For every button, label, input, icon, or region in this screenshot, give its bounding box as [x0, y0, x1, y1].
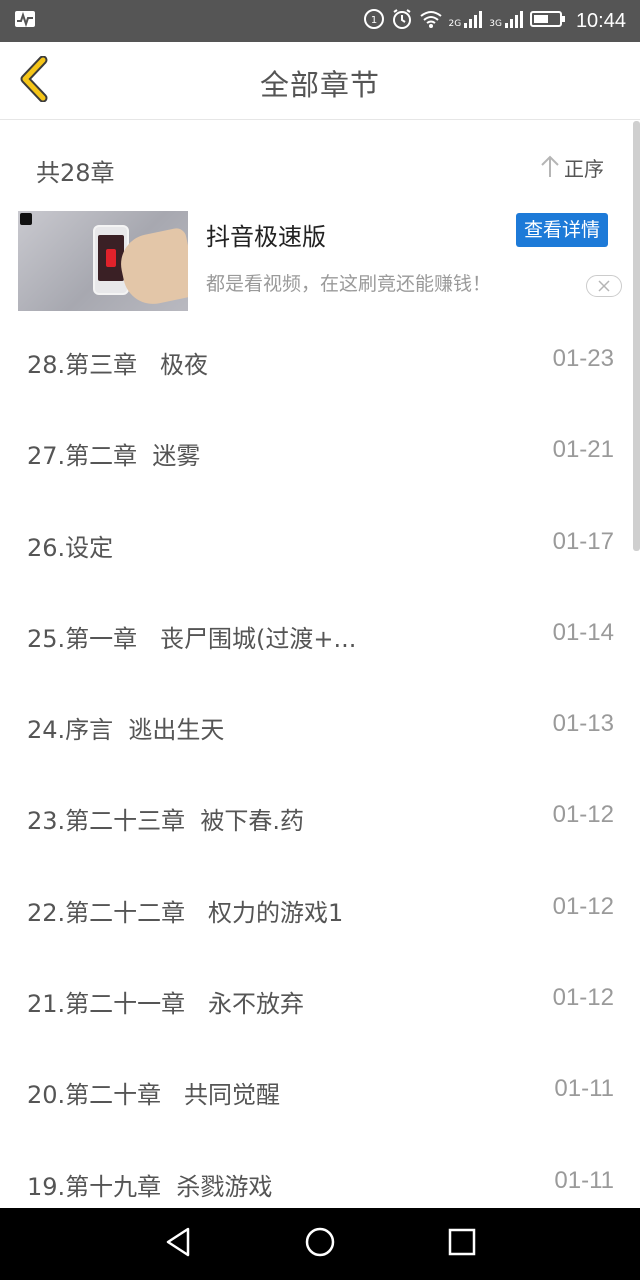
chapter-item[interactable]: 20.第二十章 共同觉醒 01-11: [0, 1047, 632, 1138]
alarm-icon: [391, 8, 413, 34]
ad-details-button[interactable]: 查看详情: [515, 213, 608, 247]
close-icon: [598, 277, 610, 296]
sort-button[interactable]: 正序: [540, 153, 604, 182]
chapter-date: 01-12: [552, 984, 614, 1012]
network-type-2: 3G: [489, 19, 502, 29]
chapter-title: 24.序言 逃出生天: [27, 716, 225, 745]
nav-home-button[interactable]: [300, 1224, 340, 1264]
chapter-list: 28.第三章 极夜 01-23 27.第二章 迷雾 01-21 26.设定 01…: [0, 317, 632, 1208]
triangle-back-icon: [164, 1227, 192, 1261]
nav-back-button[interactable]: [158, 1224, 198, 1264]
chapter-item[interactable]: 26.设定 01-17: [0, 500, 632, 591]
chapter-title: 21.第二十一章 永不放弃: [27, 990, 305, 1019]
chapter-date: 01-11: [554, 1166, 614, 1194]
arrow-up-icon: [540, 154, 560, 182]
chapter-count: 共28章: [36, 159, 115, 187]
chapter-title: 28.第三章 极夜: [27, 351, 209, 379]
chapter-item[interactable]: 21.第二十一章 永不放弃 01-12: [0, 956, 632, 1047]
chapter-title: 27.第二章 迷雾: [27, 442, 201, 471]
chapter-title: 22.第二十二章 权力的游戏1: [27, 898, 344, 927]
chapter-title: 26.设定: [27, 533, 114, 562]
scrollbar[interactable]: [633, 121, 640, 551]
ad-thumbnail[interactable]: [18, 211, 188, 311]
ad-banner[interactable]: 抖音极速版 查看详情 都是看视频，在这刷竟还能赚钱！: [18, 211, 622, 313]
navigation-bar: [0, 1208, 640, 1280]
data-saver-icon: 1: [363, 8, 385, 34]
network-type-1: 2G: [448, 19, 462, 29]
app-root: 1 2G 3G 10:44 全部章节 共28章 正序 抖音极速版 查看详情 都是…: [0, 0, 640, 1280]
chapter-date: 01-17: [552, 527, 614, 555]
wifi-icon: [419, 9, 443, 33]
ad-close-button[interactable]: [586, 275, 622, 297]
chapter-title: 20.第二十章 共同觉醒: [27, 1081, 281, 1110]
signal-icon-1: [463, 9, 483, 33]
battery-icon: [529, 9, 566, 33]
chapter-title: 19.第十九章 杀戮游戏: [27, 1172, 273, 1201]
square-recents-icon: [448, 1228, 476, 1260]
svg-text:1: 1: [370, 15, 376, 26]
page-title: 全部章节: [259, 68, 380, 102]
chapter-title: 25.第一章 丧尸围城(过渡+...: [27, 624, 357, 653]
activity-icon: [14, 10, 36, 32]
chapter-item[interactable]: 22.第二十二章 权力的游戏1 01-12: [0, 865, 632, 956]
chapter-date: 01-23: [552, 345, 614, 372]
chapter-content[interactable]: 共28章 正序 抖音极速版 查看详情 都是看视频，在这刷竟还能赚钱！ 28.第三…: [0, 121, 640, 1208]
sort-label: 正序: [564, 157, 604, 181]
chapter-date: 01-12: [552, 892, 614, 920]
tiktok-logo-icon: [20, 213, 32, 225]
nav-recents-button[interactable]: [442, 1224, 482, 1264]
chapter-item[interactable]: 23.第二十三章 被下春.药 01-12: [0, 773, 632, 864]
chapter-date: 01-11: [554, 1075, 614, 1103]
ad-title: 抖音极速版: [206, 223, 326, 251]
status-bar: 1 2G 3G 10:44: [0, 0, 640, 42]
status-time: 10:44: [575, 9, 626, 32]
chapter-title: 23.第二十三章 被下春.药: [27, 807, 305, 836]
chapter-item[interactable]: 19.第十九章 杀戮游戏 01-11: [0, 1139, 632, 1208]
chapter-date: 01-13: [552, 710, 614, 738]
chapter-item[interactable]: 27.第二章 迷雾 01-21: [0, 408, 632, 499]
chapter-date: 01-12: [552, 801, 614, 829]
circle-home-icon: [304, 1226, 336, 1262]
chapter-item[interactable]: 28.第三章 极夜 01-23: [0, 317, 632, 408]
ad-description: 都是看视频，在这刷竟还能赚钱！: [206, 273, 492, 295]
signal-icon-2: [504, 9, 524, 33]
chapter-date: 01-21: [552, 436, 614, 464]
chapter-item[interactable]: 25.第一章 丧尸围城(过渡+... 01-14: [0, 591, 632, 682]
summary-row: 共28章 正序: [0, 121, 632, 211]
chapter-item[interactable]: 24.序言 逃出生天 01-13: [0, 682, 632, 773]
header: 全部章节: [0, 42, 640, 120]
chapter-date: 01-14: [552, 618, 614, 646]
